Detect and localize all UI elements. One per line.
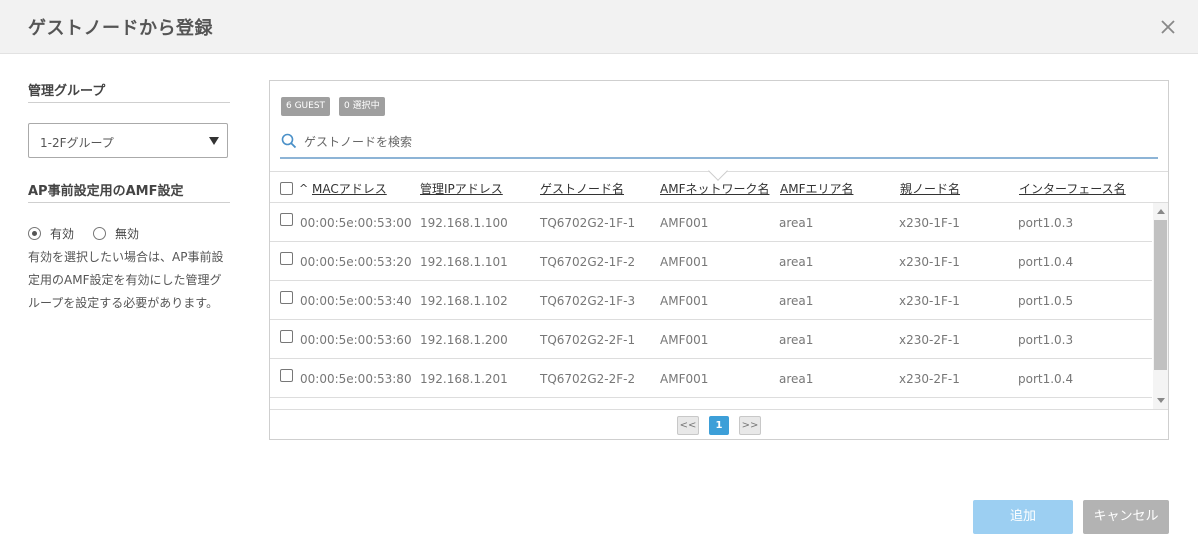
pager-prev-button[interactable]: <<: [677, 416, 699, 435]
amf-radio-group: 有効 無効: [28, 225, 230, 242]
row-checkbox[interactable]: [280, 213, 293, 226]
header-interface-name[interactable]: インターフェース名: [1019, 180, 1126, 197]
table-scrollbar[interactable]: [1153, 203, 1168, 409]
selected-count-badge: 0 選択中: [339, 97, 385, 116]
row-checkbox[interactable]: [280, 291, 293, 304]
cell-guest-node: TQ6702G2-1F-3: [540, 294, 636, 308]
guest-count-badge: 6 GUEST: [281, 97, 331, 116]
header-caret: [708, 161, 728, 181]
cell-amf-area: area1: [779, 294, 814, 308]
chevron-down-icon: [209, 137, 219, 145]
pager-next-button[interactable]: >>: [739, 416, 761, 435]
management-group-value: 1-2Fグループ: [40, 136, 114, 150]
radio-enabled-label: 有効: [50, 227, 75, 241]
cell-amf-area: area1: [779, 255, 814, 269]
cell-interface: port1.0.3: [1018, 216, 1074, 230]
add-button[interactable]: 追加: [973, 500, 1073, 534]
cell-guest-node: TQ6702G2-2F-2: [540, 372, 636, 386]
cell-ip: 192.168.1.102: [420, 294, 508, 308]
badge-group: 6 GUEST 0 選択中: [281, 97, 394, 116]
management-group-label: 管理グループ: [28, 80, 230, 103]
scrollbar-thumb[interactable]: [1154, 220, 1167, 370]
cell-mac: 00:00:5e:00:53:40: [300, 294, 412, 308]
amf-note-text: 有効を選択したい場合は、AP事前設定用のAMF設定を有効にした管理グループを設定…: [28, 250, 224, 310]
cell-mac: 00:00:5e:00:53:60: [300, 333, 412, 347]
select-all-checkbox[interactable]: [280, 182, 293, 195]
cell-amf-area: area1: [779, 333, 814, 347]
cell-amf-area: area1: [779, 216, 814, 230]
cell-interface: port1.0.5: [1018, 294, 1074, 308]
cell-parent-node: x230-2F-1: [899, 333, 960, 347]
cell-ip: 192.168.1.201: [420, 372, 508, 386]
management-group-select[interactable]: 1-2Fグループ: [28, 123, 228, 158]
cell-parent-node: x230-1F-1: [899, 294, 960, 308]
header-management-ip[interactable]: 管理IPアドレス: [420, 180, 503, 197]
scroll-down-icon[interactable]: [1157, 398, 1165, 403]
cell-interface: port1.0.3: [1018, 333, 1074, 347]
header-mac-address[interactable]: MACアドレス: [312, 180, 387, 197]
table-row[interactable]: 00:00:5e:00:53:40 192.168.1.102 TQ6702G2…: [270, 281, 1152, 320]
table-row[interactable]: 00:00:5e:00:53:00 192.168.1.100 TQ6702G2…: [270, 203, 1152, 242]
cancel-button[interactable]: キャンセル: [1083, 500, 1169, 534]
cell-mac: 00:00:5e:00:53:80: [300, 372, 412, 386]
dialog-title: ゲストノードから登録: [28, 18, 213, 39]
header-parent-node-name[interactable]: 親ノード名: [900, 180, 960, 197]
search-bar: [280, 129, 1158, 159]
pager-page-1[interactable]: 1: [709, 416, 729, 435]
cell-mac: 00:00:5e:00:53:20: [300, 255, 412, 269]
radio-enabled[interactable]: [28, 227, 41, 240]
search-input[interactable]: [304, 132, 1144, 152]
table-body: 00:00:5e:00:53:00 192.168.1.100 TQ6702G2…: [270, 203, 1152, 409]
table-row[interactable]: 00:00:5e:00:53:60 192.168.1.200 TQ6702G2…: [270, 320, 1152, 359]
cell-ip: 192.168.1.100: [420, 216, 508, 230]
cell-ip: 192.168.1.101: [420, 255, 508, 269]
cell-amf-network: AMF001: [660, 216, 709, 230]
header-amf-area-name[interactable]: AMFエリア名: [780, 180, 853, 197]
left-settings-panel: 管理グループ 1-2Fグループ AP事前設定用のAMF設定 有効 無効 有効を選…: [28, 80, 230, 315]
cell-parent-node: x230-2F-1: [899, 372, 960, 386]
cell-guest-node: TQ6702G2-1F-2: [540, 255, 636, 269]
guest-node-panel: 6 GUEST 0 選択中 ^ MACアドレス 管理IPアドレス ゲストノード名…: [269, 80, 1169, 440]
row-checkbox[interactable]: [280, 369, 293, 382]
row-checkbox[interactable]: [280, 330, 293, 343]
search-icon: [281, 133, 297, 149]
amf-setting-label: AP事前設定用のAMF設定: [28, 180, 230, 203]
table-row[interactable]: 00:00:5e:00:53:20 192.168.1.101 TQ6702G2…: [270, 242, 1152, 281]
scroll-up-icon[interactable]: [1157, 209, 1165, 214]
cell-interface: port1.0.4: [1018, 255, 1074, 269]
cell-parent-node: x230-1F-1: [899, 255, 960, 269]
close-icon[interactable]: [1158, 17, 1178, 37]
cell-amf-network: AMF001: [660, 294, 709, 308]
row-checkbox[interactable]: [280, 252, 293, 265]
pagination: << 1 >>: [270, 409, 1168, 439]
cell-ip: 192.168.1.200: [420, 333, 508, 347]
cell-amf-area: area1: [779, 372, 814, 386]
cell-guest-node: TQ6702G2-2F-1: [540, 333, 636, 347]
dialog-header: ゲストノードから登録: [0, 0, 1198, 54]
header-amf-network-name[interactable]: AMFネットワーク名: [660, 180, 769, 197]
cell-amf-network: AMF001: [660, 333, 709, 347]
cell-amf-network: AMF001: [660, 255, 709, 269]
radio-disabled[interactable]: [93, 227, 107, 240]
table-row[interactable]: 00:00:5e:00:53:80 192.168.1.201 TQ6702G2…: [270, 359, 1152, 398]
header-guest-node-name[interactable]: ゲストノード名: [540, 180, 624, 197]
sort-asc-icon: ^: [299, 182, 309, 195]
cell-amf-network: AMF001: [660, 372, 709, 386]
table-header: ^ MACアドレス 管理IPアドレス ゲストノード名 AMFネットワーク名 AM…: [270, 161, 1168, 203]
cell-interface: port1.0.4: [1018, 372, 1074, 386]
cell-guest-node: TQ6702G2-1F-1: [540, 216, 636, 230]
cell-parent-node: x230-1F-1: [899, 216, 960, 230]
cell-mac: 00:00:5e:00:53:00: [300, 216, 412, 230]
radio-disabled-label: 無効: [115, 227, 140, 241]
